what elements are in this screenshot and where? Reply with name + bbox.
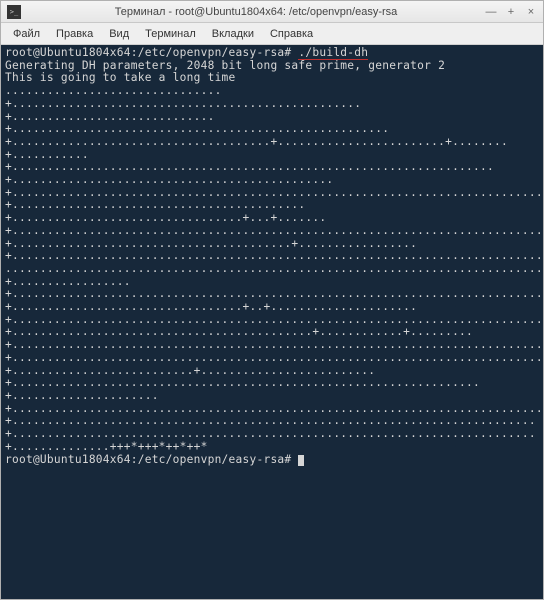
menu-terminal[interactable]: Терминал	[137, 26, 204, 42]
output-line: This is going to take a long time	[5, 71, 236, 84]
output-line: Generating DH parameters, 2048 bit long …	[5, 59, 445, 72]
menu-help[interactable]: Справка	[262, 26, 321, 42]
cursor	[298, 455, 304, 466]
dh-progress: ...............................+........…	[5, 84, 543, 453]
terminal-output[interactable]: root@Ubuntu1804x64:/etc/openvpn/easy-rsa…	[1, 45, 543, 599]
menubar: Файл Правка Вид Терминал Вкладки Справка	[1, 23, 543, 45]
close-button[interactable]: ×	[525, 6, 537, 18]
maximize-button[interactable]: +	[505, 6, 517, 18]
prompt: root@Ubuntu1804x64:/etc/openvpn/easy-rsa…	[5, 46, 298, 59]
menu-file[interactable]: Файл	[5, 26, 48, 42]
titlebar[interactable]: Терминал - root@Ubuntu1804x64: /etc/open…	[1, 1, 543, 23]
window-controls: — + ×	[485, 6, 537, 18]
menu-tabs[interactable]: Вкладки	[204, 26, 262, 42]
menu-view[interactable]: Вид	[101, 26, 137, 42]
minimize-button[interactable]: —	[485, 6, 497, 18]
prompt: root@Ubuntu1804x64:/etc/openvpn/easy-rsa…	[5, 453, 298, 466]
terminal-window: Терминал - root@Ubuntu1804x64: /etc/open…	[0, 0, 544, 600]
window-title: Терминал - root@Ubuntu1804x64: /etc/open…	[27, 6, 485, 18]
menu-edit[interactable]: Правка	[48, 26, 101, 42]
terminal-icon	[7, 5, 21, 19]
